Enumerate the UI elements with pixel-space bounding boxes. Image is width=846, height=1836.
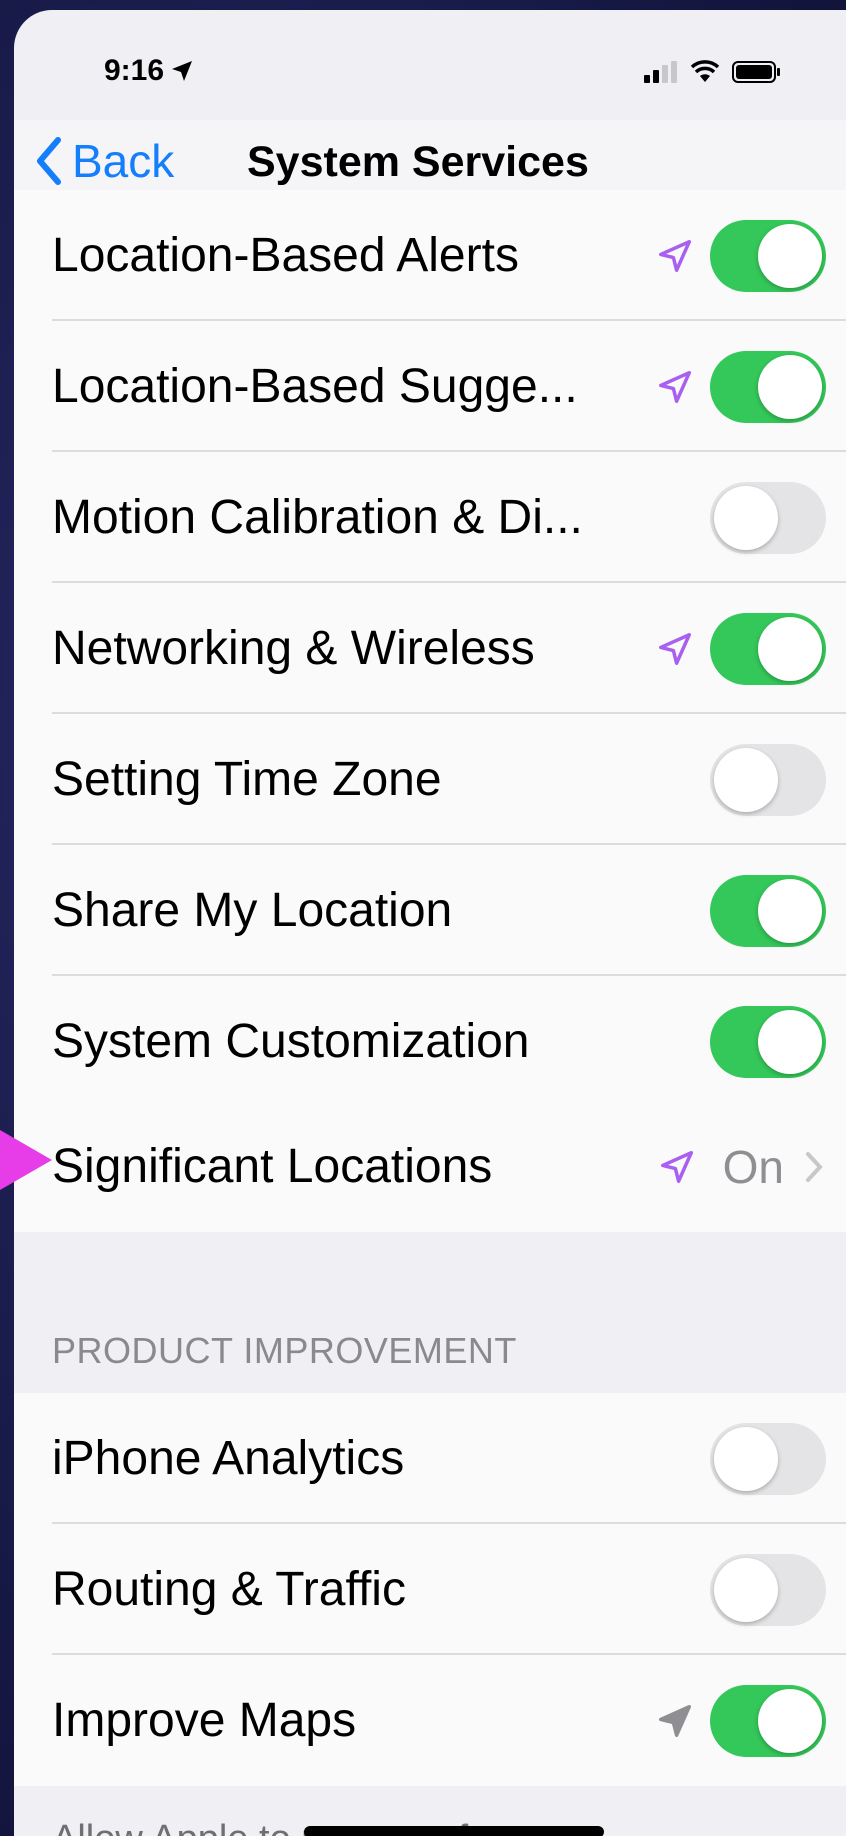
settings-row: iPhone Analytics bbox=[14, 1393, 846, 1524]
toggle-switch[interactable] bbox=[710, 874, 826, 947]
settings-row: Setting Time Zone bbox=[14, 714, 846, 845]
chevron-left-icon bbox=[37, 137, 61, 185]
location-arrow-icon bbox=[659, 632, 691, 665]
toggle-switch[interactable] bbox=[710, 219, 826, 292]
location-services-icon bbox=[172, 61, 193, 81]
chevron-right-icon bbox=[806, 1151, 823, 1182]
toggle-knob bbox=[714, 1426, 778, 1491]
row-label: Networking & Wireless bbox=[52, 622, 535, 675]
toggle-switch[interactable] bbox=[710, 1422, 826, 1495]
location-arrow-icon bbox=[659, 370, 691, 403]
toggle-switch[interactable] bbox=[710, 1684, 826, 1757]
pointer-arrow bbox=[0, 1130, 52, 1190]
location-arrow-icon bbox=[659, 239, 691, 272]
toggle-switch[interactable] bbox=[710, 350, 826, 423]
status-time-text: 9:16 bbox=[104, 54, 165, 87]
toggle-switch[interactable] bbox=[710, 1005, 826, 1078]
row-label: iPhone Analytics bbox=[52, 1432, 405, 1485]
toggle-knob bbox=[714, 1557, 778, 1622]
settings-row: Share My Location bbox=[14, 845, 846, 976]
row-label: Setting Time Zone bbox=[52, 753, 442, 806]
row-label: Significant Locations bbox=[52, 1140, 493, 1193]
battery-icon bbox=[732, 61, 780, 83]
settings-row: System Customization bbox=[14, 976, 846, 1107]
row-label: System Customization bbox=[52, 1015, 530, 1068]
row-label: Improve Maps bbox=[52, 1694, 357, 1747]
settings-row: Motion Calibration & Di... bbox=[14, 452, 846, 583]
toggle-switch[interactable] bbox=[710, 743, 826, 816]
product-improvement-header: PRODUCT IMPROVEMENT bbox=[52, 1330, 517, 1371]
settings-row: Location-Based Alerts bbox=[14, 190, 846, 321]
toggle-switch[interactable] bbox=[710, 612, 826, 685]
toggle-knob bbox=[758, 616, 822, 681]
toggle-switch[interactable] bbox=[710, 481, 826, 554]
status-indicators bbox=[644, 60, 782, 84]
location-arrow-icon bbox=[659, 1704, 691, 1737]
page-title: System Services bbox=[247, 138, 589, 186]
settings-row: Location-Based Sugge... bbox=[14, 321, 846, 452]
cellular-signal-icon bbox=[644, 61, 677, 83]
toggle-knob bbox=[714, 485, 778, 550]
back-button[interactable]: Back bbox=[34, 134, 174, 188]
toggle-knob bbox=[758, 878, 822, 943]
toggle-knob bbox=[758, 223, 822, 288]
row-label: Share My Location bbox=[52, 884, 453, 937]
toggle-knob bbox=[714, 747, 778, 812]
settings-row: Networking & Wireless bbox=[14, 583, 846, 714]
back-label: Back bbox=[72, 135, 175, 187]
location-arrow-icon bbox=[661, 1150, 693, 1183]
settings-row: Improve Maps bbox=[14, 1655, 846, 1786]
status-time: 9:16 bbox=[104, 54, 194, 88]
location-services-list: Location-Based Alerts Location-Based Sugg… bbox=[14, 190, 846, 1107]
significant-locations-value: On bbox=[722, 1140, 784, 1193]
status-bar: 9:16 bbox=[14, 10, 846, 120]
toggle-knob bbox=[758, 1009, 822, 1074]
phone-screen: 9:16 Back System Services Location-Based… bbox=[14, 10, 846, 1836]
wifi-icon bbox=[690, 60, 720, 82]
row-label: Routing & Traffic bbox=[52, 1563, 406, 1616]
significant-locations-row[interactable]: Significant Locations On bbox=[14, 1101, 846, 1232]
row-label: Motion Calibration & Di... bbox=[52, 491, 583, 544]
toggle-knob bbox=[758, 354, 822, 419]
significant-locations-group: Significant Locations On bbox=[14, 1101, 846, 1232]
product-improvement-list: iPhone Analytics Routing & Traffic Improve… bbox=[14, 1393, 846, 1786]
row-label: Location-Based Alerts bbox=[52, 229, 519, 282]
toggle-switch[interactable] bbox=[710, 1553, 826, 1626]
home-indicator bbox=[304, 1826, 604, 1836]
row-label: Location-Based Sugge... bbox=[52, 360, 578, 413]
toggle-knob bbox=[758, 1688, 822, 1753]
settings-row: Routing & Traffic bbox=[14, 1524, 846, 1655]
